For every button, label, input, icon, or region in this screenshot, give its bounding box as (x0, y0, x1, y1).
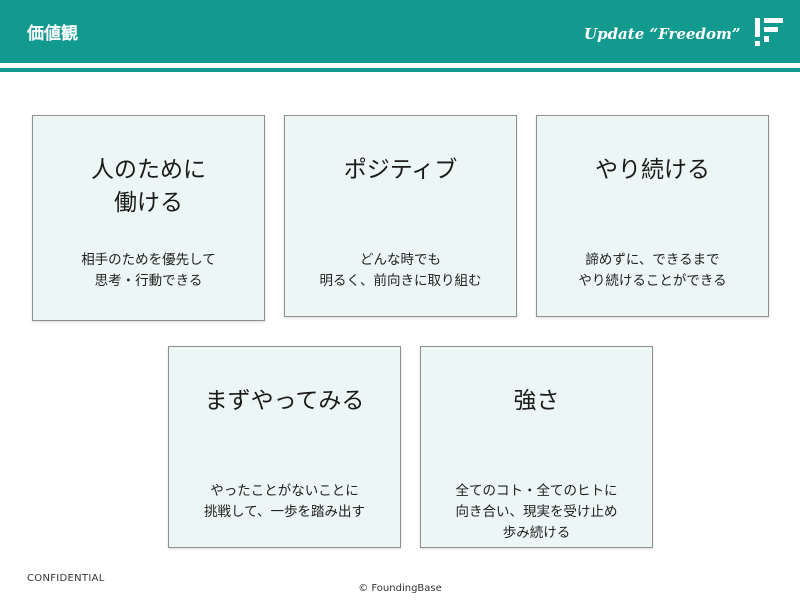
value-card-description: 諦めずに、できるまで やり続けることができる (578, 252, 727, 289)
value-card-keep-going: やり続ける 諦めずに、できるまで やり続けることができる (536, 115, 769, 317)
founding-base-logo-icon (755, 18, 783, 46)
value-card-description: 相手のためを優先して 思考・行動できる (81, 252, 216, 289)
value-card-title: やり続ける (595, 157, 710, 183)
header-rule (0, 68, 800, 72)
value-card-title: 人のために 働ける (91, 157, 206, 216)
value-card-try-first: まずやってみる やったことがないことに 挑戦して、一歩を踏み出す (168, 346, 401, 548)
value-card-description: どんな時でも 明るく、前向きに取り組む (319, 252, 482, 289)
value-card-strength: 強さ 全てのコト・全てのヒトに 向き合い、現実を受け止め 歩み続ける (420, 346, 653, 548)
value-card-title: 強さ (513, 388, 560, 414)
value-card-title: ポジティブ (343, 157, 458, 183)
copyright-notice: © FoundingBase (358, 583, 442, 594)
slide: 価値観 Update “Freedom” 人のために 働ける 相手のためを優先し… (0, 0, 800, 601)
header-bar: 価値観 Update “Freedom” (0, 0, 800, 63)
value-card-work-for-others: 人のために 働ける 相手のためを優先して 思考・行動できる (32, 115, 265, 321)
page-title: 価値観 (27, 24, 78, 44)
value-card-title: まずやってみる (204, 388, 365, 414)
header-tagline: Update “Freedom” (584, 25, 741, 43)
value-card-description: やったことがないことに 挑戦して、一歩を踏み出す (204, 483, 365, 520)
value-card-description: 全てのコト・全てのヒトに 向き合い、現実を受け止め 歩み続ける (455, 483, 618, 541)
value-card-positive: ポジティブ どんな時でも 明るく、前向きに取り組む (284, 115, 517, 317)
